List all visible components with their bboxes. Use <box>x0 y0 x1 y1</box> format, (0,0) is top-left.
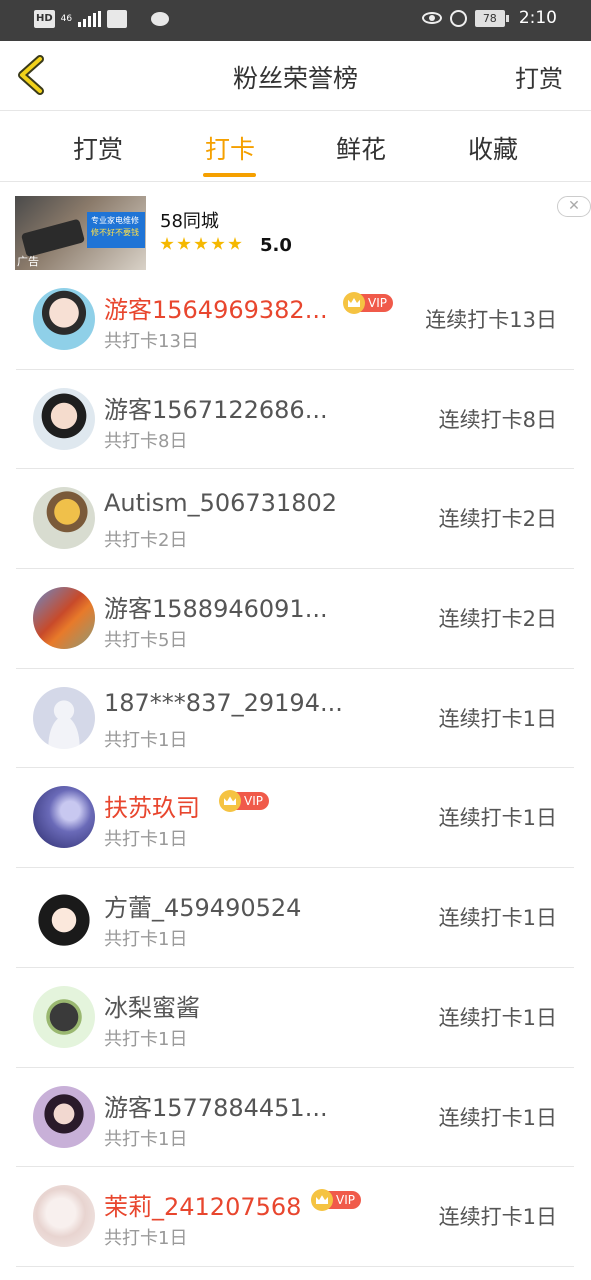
hd-badge: HD <box>34 10 55 28</box>
signal-icon <box>78 11 102 27</box>
avatar[interactable] <box>33 985 95 1048</box>
ad-sign-line1: 专业家电维修 <box>91 216 139 225</box>
list-item[interactable]: 游客1588946091... 共打卡5日 连续打卡2日 <box>0 569 591 669</box>
total-checkins: 共打卡1日 <box>104 929 188 951</box>
avatar[interactable] <box>33 786 95 849</box>
vip-badge: VIP <box>343 292 393 314</box>
ad-rating: 5.0 <box>260 235 292 256</box>
streak-days: 连续打卡1日 <box>438 806 557 831</box>
list-item[interactable]: 茉莉_241207568 VIP 共打卡1日 连续打卡1日 <box>0 1167 591 1267</box>
list-item[interactable]: Autism_506731802 共打卡2日 连续打卡2日 <box>0 469 591 569</box>
status-bar: HD 46 78 2:10 <box>0 0 591 41</box>
clock: 2:10 <box>518 8 557 28</box>
alarm-icon <box>449 9 467 27</box>
page-title: 粉丝荣誉榜 <box>232 64 358 93</box>
streak-days: 连续打卡2日 <box>438 507 557 532</box>
status-right: 78 2:10 <box>421 8 557 28</box>
tab-checkin[interactable]: 打卡 <box>190 130 270 166</box>
eye-icon <box>421 12 442 24</box>
list-item[interactable]: 游客1577884451... 共打卡1日 连续打卡1日 <box>0 1068 591 1168</box>
streak-days: 连续打卡1日 <box>438 1005 557 1030</box>
total-checkins: 共打卡1日 <box>104 1028 188 1050</box>
username: 扶苏玖司 <box>104 794 200 823</box>
avatar[interactable] <box>33 487 95 550</box>
star-icon <box>177 237 191 250</box>
star-icon <box>228 237 242 250</box>
streak-days: 连续打卡13日 <box>425 308 557 332</box>
active-tab-indicator <box>203 173 256 177</box>
username: 方蕾_459490524 <box>104 894 302 923</box>
avatar[interactable] <box>33 1185 95 1248</box>
vip-badge: VIP <box>311 1189 361 1212</box>
avatar[interactable] <box>33 886 95 949</box>
avatar[interactable] <box>33 1085 95 1148</box>
star-icon <box>160 237 174 250</box>
total-checkins: 共打卡1日 <box>104 1128 188 1150</box>
tab-bar: 打赏 打卡 鲜花 收藏 <box>0 112 591 182</box>
tab-favorites[interactable]: 收藏 <box>453 130 533 166</box>
ad-name: 58同城 <box>160 211 219 232</box>
username: 187***837_29194... <box>104 688 343 717</box>
nav-bar: 粉丝荣誉榜 打赏 <box>0 41 591 111</box>
streak-days: 连续打卡1日 <box>438 706 557 731</box>
list-item[interactable]: 冰梨蜜酱 共打卡1日 连续打卡1日 <box>0 968 591 1068</box>
list-item[interactable]: 方蕾_459490524 共打卡1日 连续打卡1日 <box>0 868 591 968</box>
streak-days: 连续打卡8日 <box>438 407 557 432</box>
username: 游客1564969382... <box>104 296 328 324</box>
username: 冰梨蜜酱 <box>104 993 200 1022</box>
tab-reward[interactable]: 打赏 <box>58 130 138 166</box>
ad-tool-graphic <box>20 218 86 258</box>
chat-icon <box>151 12 170 26</box>
ad-tag: 广告 <box>17 255 39 268</box>
avatar[interactable] <box>33 288 95 350</box>
crown-icon <box>343 292 365 314</box>
username: 游客1588946091... <box>104 595 328 624</box>
ad-stars <box>160 237 242 251</box>
username: 游客1577884451... <box>104 1093 328 1122</box>
total-checkins: 共打卡1日 <box>104 829 188 851</box>
total-checkins: 共打卡2日 <box>104 530 188 552</box>
ad-sign: 专业家电维修 修不好不要钱 <box>87 212 145 248</box>
streak-days: 连续打卡1日 <box>438 1205 557 1230</box>
total-checkins: 共打卡5日 <box>104 630 188 652</box>
list-item[interactable]: 游客1564969382... VIP 共打卡13日 连续打卡13日 <box>0 270 591 370</box>
ad-sign-line2: 修不好不要钱 <box>91 228 139 237</box>
total-checkins: 共打卡1日 <box>104 1228 188 1250</box>
list-item[interactable]: 游客1567122686... 共打卡8日 连续打卡8日 <box>0 370 591 470</box>
total-checkins: 共打卡13日 <box>104 331 199 352</box>
username: 茉莉_241207568 <box>104 1193 302 1222</box>
app-notification-icon <box>107 10 128 28</box>
close-ad-button[interactable]: ✕ <box>557 196 591 217</box>
username: 游客1567122686... <box>104 395 328 424</box>
avatar[interactable] <box>33 387 95 450</box>
fan-list: 游客1564969382... VIP 共打卡13日 连续打卡13日 游客156… <box>0 270 591 1267</box>
username: Autism_506731802 <box>104 489 338 518</box>
ad-image[interactable]: 专业家电维修 修不好不要钱 广告 <box>15 196 146 270</box>
star-icon <box>194 237 208 250</box>
avatar[interactable] <box>33 587 95 650</box>
reward-button[interactable]: 打赏 <box>515 59 563 94</box>
star-icon <box>211 237 225 250</box>
streak-days: 连续打卡1日 <box>438 906 557 931</box>
total-checkins: 共打卡1日 <box>104 729 188 751</box>
close-icon: ✕ <box>568 198 580 214</box>
tab-flowers[interactable]: 鲜花 <box>321 130 401 166</box>
ad-banner[interactable]: 专业家电维修 修不好不要钱 广告 58同城 5.0 ✕ <box>0 183 591 275</box>
list-item[interactable]: 扶苏玖司 VIP 共打卡1日 连续打卡1日 <box>0 768 591 868</box>
total-checkins: 共打卡8日 <box>104 430 188 452</box>
streak-days: 连续打卡1日 <box>438 1105 557 1130</box>
network-type: 46 <box>60 13 73 24</box>
status-left: HD 46 <box>34 10 170 28</box>
vip-badge: VIP <box>219 790 269 813</box>
battery-icon: 78 <box>474 9 509 27</box>
streak-days: 连续打卡2日 <box>438 607 557 632</box>
avatar[interactable] <box>33 686 95 749</box>
list-item[interactable]: 187***837_29194... 共打卡1日 连续打卡1日 <box>0 669 591 769</box>
